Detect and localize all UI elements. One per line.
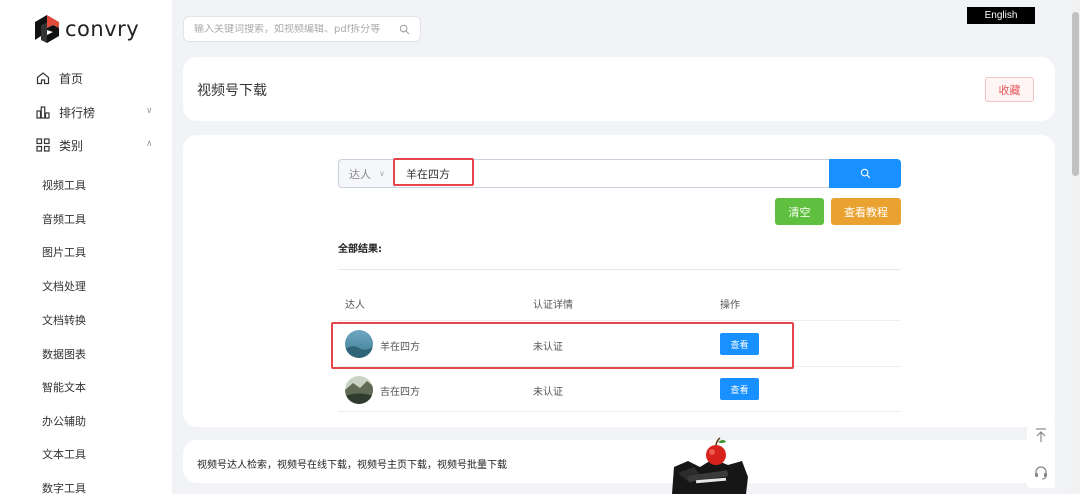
sidebar-subitem-image-tools[interactable]: 图片工具 [42, 245, 86, 261]
customer-service-button[interactable] [1027, 456, 1055, 488]
scrollbar-thumb[interactable] [1072, 12, 1079, 176]
keyword-input[interactable] [394, 159, 830, 188]
back-to-top-button[interactable] [1027, 419, 1055, 451]
avatar[interactable] [345, 376, 373, 404]
view-button[interactable]: 查看 [720, 378, 759, 400]
sidebar-subitem-office-assist[interactable]: 办公辅助 [42, 414, 86, 430]
view-button[interactable]: 查看 [720, 333, 759, 355]
sidebar-item-home[interactable]: 首页 [36, 68, 83, 88]
search-icon[interactable] [399, 24, 410, 35]
verification-status: 未认证 [533, 387, 563, 398]
global-search-input[interactable] [194, 23, 399, 35]
home-icon [36, 72, 50, 85]
sidebar-item-label: 排行榜 [59, 105, 96, 120]
global-search-bar [183, 16, 421, 42]
column-header-verification: 认证详情 [533, 300, 573, 311]
results-label: 全部结果: [338, 244, 382, 255]
language-switch-button[interactable]: English [967, 7, 1035, 24]
page-header-card: 视频号下载 收藏 [183, 57, 1055, 121]
page-title: 视频号下载 [197, 83, 267, 99]
sidebar-subitem-smart-text[interactable]: 智能文本 [42, 380, 86, 396]
search-type-value: 达人 [349, 167, 371, 181]
grid-icon [36, 138, 50, 152]
favorite-button[interactable]: 收藏 [985, 77, 1034, 102]
sidebar-item-label: 类别 [59, 138, 84, 153]
row-divider [338, 411, 901, 412]
sidebar-subitem-digital-tools[interactable]: 数字工具 [42, 481, 86, 494]
creator-name: 吉在四方 [380, 387, 420, 398]
description-card: 视频号达人检索，视频号在线下载，视频号主页下载，视频号批量下载 [183, 440, 1055, 483]
chevron-up-icon[interactable]: ∧ [146, 139, 153, 149]
sidebar-item-category[interactable]: 类别 [36, 135, 83, 155]
headset-icon [1035, 466, 1047, 480]
sidebar-subitem-doc-processing[interactable]: 文档处理 [42, 279, 86, 295]
sidebar-subitem-audio-tools[interactable]: 音频工具 [42, 212, 86, 228]
sidebar-subitem-doc-conversion[interactable]: 文档转换 [42, 313, 86, 329]
sidebar: convry 首页 排行榜 ∨ 类别 ∧ 视频工具 音频工具 图片工具 文档处理… [0, 0, 172, 494]
brand-name: convry [65, 17, 140, 41]
convry-logo-icon [35, 15, 59, 43]
column-header-creator: 达人 [345, 300, 365, 311]
page-scrollbar[interactable] [1071, 0, 1080, 494]
clear-button[interactable]: 清空 [775, 198, 824, 225]
search-button[interactable] [829, 159, 901, 188]
search-icon [860, 168, 870, 179]
sidebar-item-ranking[interactable]: 排行榜 [36, 102, 95, 122]
tutorial-button[interactable]: 查看教程 [831, 198, 901, 225]
search-type-select[interactable]: 达人 ∨ [338, 159, 394, 188]
creator-name: 羊在四方 [380, 342, 420, 353]
sidebar-subitem-data-charts[interactable]: 数据图表 [42, 347, 86, 363]
row-divider [338, 366, 901, 367]
column-header-action: 操作 [720, 300, 740, 311]
mascot-illustration [672, 437, 748, 494]
search-card: 达人 ∨ 清空 查看教程 全部结果: 达人 认证详情 操作 羊在四方 未认证 查… [183, 135, 1055, 427]
divider [338, 269, 901, 270]
brand-logo[interactable]: convry [33, 14, 139, 44]
arrow-up-icon [1036, 428, 1046, 442]
sidebar-subitem-video-tools[interactable]: 视频工具 [42, 178, 86, 194]
row-divider [338, 320, 901, 321]
bar-chart-icon [36, 106, 50, 119]
avatar[interactable] [345, 330, 373, 358]
sidebar-subitem-text-tools[interactable]: 文本工具 [42, 447, 86, 463]
verification-status: 未认证 [533, 342, 563, 353]
chevron-down-icon: ∨ [379, 169, 385, 178]
page-description: 视频号达人检索，视频号在线下载，视频号主页下载，视频号批量下载 [197, 460, 507, 471]
chevron-down-icon[interactable]: ∨ [146, 106, 153, 116]
sidebar-item-label: 首页 [59, 71, 84, 86]
